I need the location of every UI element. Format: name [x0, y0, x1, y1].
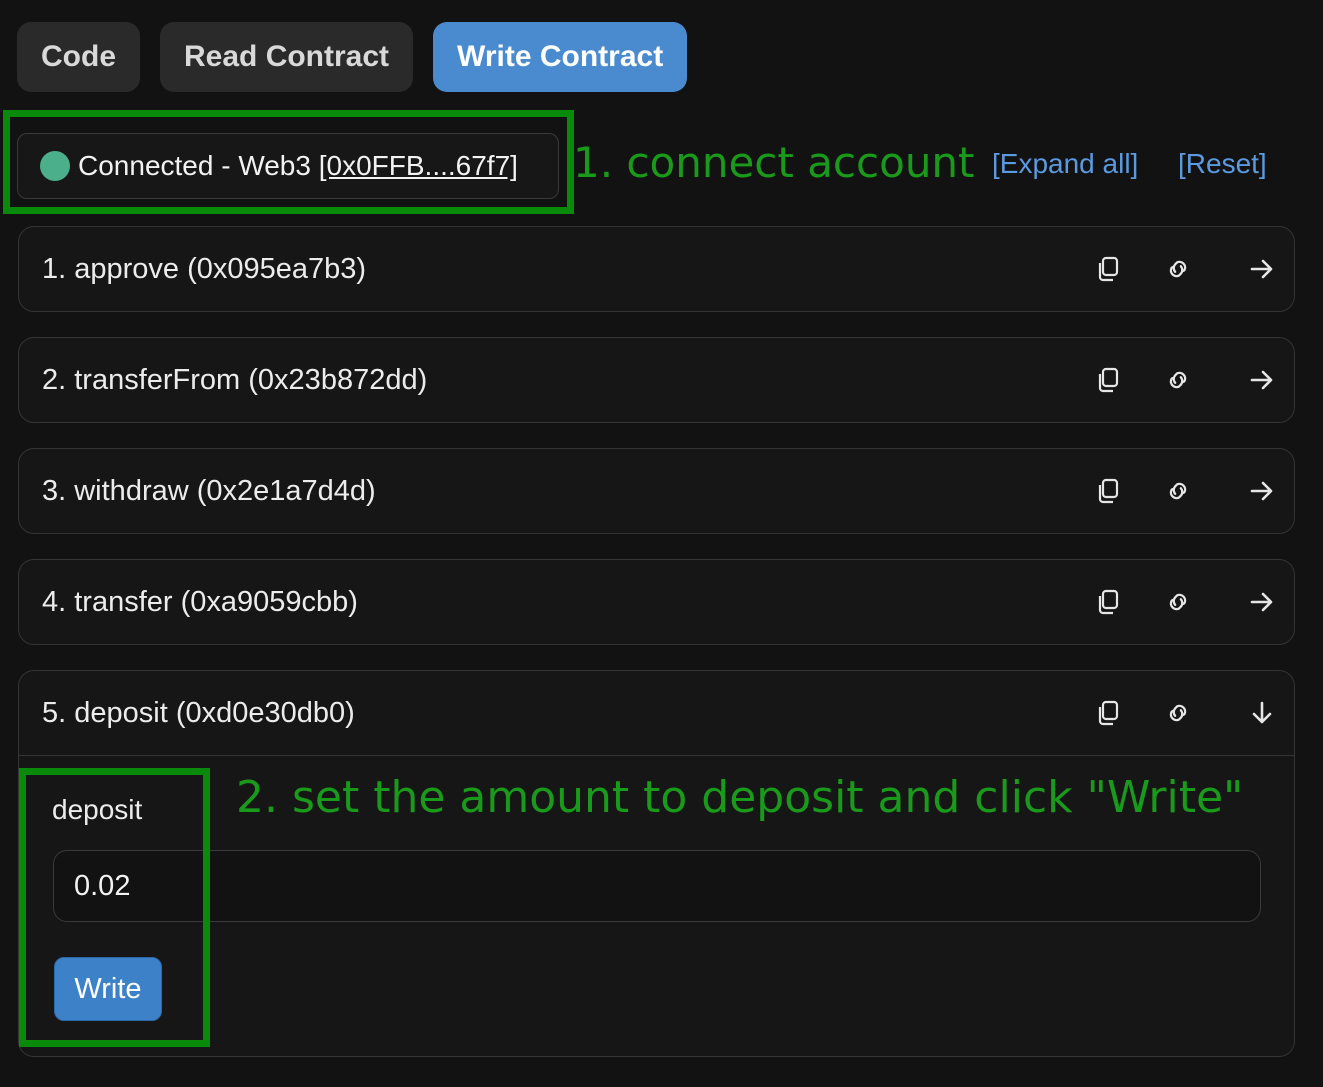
arrow-right-icon[interactable] [1247, 476, 1277, 506]
tab-code[interactable]: Code [17, 22, 140, 92]
arrow-right-icon[interactable] [1247, 587, 1277, 617]
copy-icon[interactable] [1093, 254, 1123, 284]
link-icon[interactable] [1163, 476, 1193, 506]
tab-bar: Code Read Contract Write Contract [17, 22, 688, 92]
function-header[interactable]: 3. withdraw (0x2e1a7d4d) [19, 449, 1294, 533]
copy-icon[interactable] [1093, 476, 1123, 506]
write-button[interactable]: Write [54, 957, 162, 1021]
function-transferfrom: 2. transferFrom (0x23b872dd) [18, 337, 1295, 423]
function-header[interactable]: 4. transfer (0xa9059cbb) [19, 560, 1294, 644]
tab-write-contract[interactable]: Write Contract [433, 22, 688, 92]
arrow-right-icon[interactable] [1247, 254, 1277, 284]
copy-icon[interactable] [1093, 587, 1123, 617]
reset-link[interactable]: [Reset] [1178, 148, 1267, 180]
copy-icon[interactable] [1093, 698, 1123, 728]
deposit-amount-input[interactable] [53, 850, 1261, 922]
tab-read-contract[interactable]: Read Contract [160, 22, 414, 92]
link-icon[interactable] [1163, 698, 1193, 728]
connected-address-link[interactable]: [0x0FFB....67f7] [319, 150, 518, 182]
function-header[interactable]: 5. deposit (0xd0e30db0) [19, 671, 1294, 755]
function-deposit: 5. deposit (0xd0e30db0) deposit Write [18, 670, 1295, 1057]
link-icon[interactable] [1163, 587, 1193, 617]
function-title: 1. approve (0x095ea7b3) [42, 252, 367, 285]
function-header[interactable]: 1. approve (0x095ea7b3) [19, 227, 1294, 311]
function-transfer: 4. transfer (0xa9059cbb) [18, 559, 1295, 645]
function-title: 2. transferFrom (0x23b872dd) [42, 363, 428, 396]
function-header[interactable]: 2. transferFrom (0x23b872dd) [19, 338, 1294, 422]
function-withdraw: 3. withdraw (0x2e1a7d4d) [18, 448, 1295, 534]
connection-panel: Connected - Web3 [0x0FFB....67f7] [17, 133, 559, 199]
connected-status-dot-icon [40, 151, 70, 181]
annotation-step-1: 1. connect account [573, 138, 975, 187]
function-approve: 1. approve (0x095ea7b3) [18, 226, 1295, 312]
annotation-step-2: 2. set the amount to deposit and click "… [236, 772, 1244, 823]
arrow-down-icon[interactable] [1247, 698, 1277, 728]
function-title: 4. transfer (0xa9059cbb) [42, 585, 358, 618]
deposit-param-label: deposit [52, 794, 143, 825]
expand-all-link[interactable]: [Expand all] [992, 148, 1138, 180]
link-icon[interactable] [1163, 365, 1193, 395]
connection-label: Connected - Web3 [78, 150, 319, 181]
link-icon[interactable] [1163, 254, 1193, 284]
arrow-right-icon[interactable] [1247, 365, 1277, 395]
function-title: 5. deposit (0xd0e30db0) [42, 696, 355, 729]
function-title: 3. withdraw (0x2e1a7d4d) [42, 474, 376, 507]
copy-icon[interactable] [1093, 365, 1123, 395]
connection-status[interactable]: Connected - Web3 [0x0FFB....67f7] [17, 133, 559, 199]
